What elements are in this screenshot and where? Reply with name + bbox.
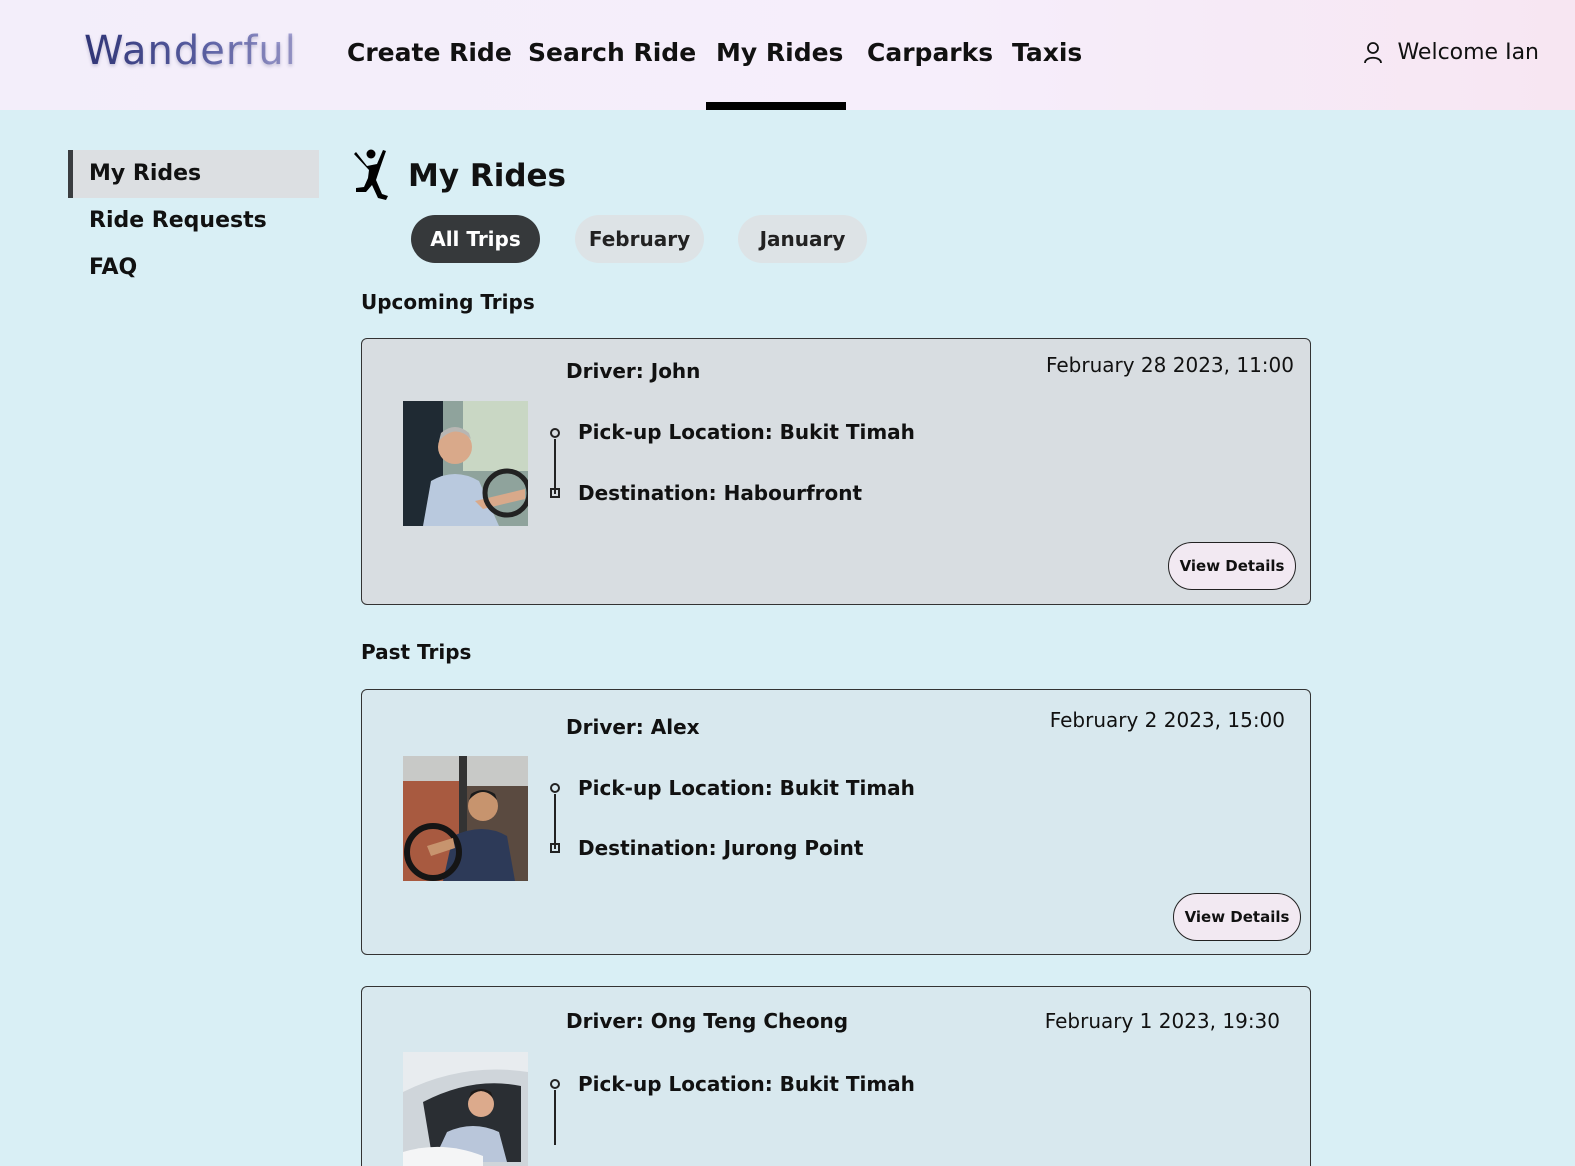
upcoming-trips-heading: Upcoming Trips xyxy=(361,290,535,314)
nav-taxis[interactable]: Taxis xyxy=(1012,38,1082,67)
pickup-location: Pick-up Location: Bukit Timah xyxy=(578,776,915,800)
nav-carparks[interactable]: Carparks xyxy=(867,38,993,67)
sidebar-item-my-rides[interactable]: My Rides xyxy=(68,150,319,198)
sidebar-item-ride-requests[interactable]: Ride Requests xyxy=(68,197,319,245)
welcome-text: Welcome Ian xyxy=(1397,40,1539,65)
jumping-person-icon xyxy=(352,148,392,204)
past-trips-heading: Past Trips xyxy=(361,640,472,664)
sidebar-item-faq[interactable]: FAQ xyxy=(68,244,319,292)
filter-february[interactable]: February xyxy=(575,215,704,263)
driver-photo xyxy=(403,401,528,526)
driver-name: Driver: John xyxy=(566,359,701,383)
pickup-location: Pick-up Location: Bukit Timah xyxy=(578,1072,915,1096)
route-line xyxy=(554,1090,556,1145)
destination-marker xyxy=(550,488,560,498)
top-header: Wanderful Create Ride Search Ride My Rid… xyxy=(0,0,1575,110)
filter-january[interactable]: January xyxy=(738,215,867,263)
driver-name: Driver: Alex xyxy=(566,715,700,739)
destination-location: Destination: Jurong Point xyxy=(578,836,864,860)
nav-create-ride[interactable]: Create Ride xyxy=(347,38,512,67)
pickup-marker xyxy=(550,428,560,438)
nav-my-rides[interactable]: My Rides xyxy=(716,38,843,67)
pickup-marker xyxy=(550,1079,560,1089)
destination-marker xyxy=(550,843,560,853)
nav-search-ride[interactable]: Search Ride xyxy=(528,38,696,67)
driver-name: Driver: Ong Teng Cheong xyxy=(566,1009,849,1033)
active-nav-indicator xyxy=(706,102,846,110)
trip-card-past: Driver: Alex February 2 2023, 15:00 Pick… xyxy=(361,689,1311,955)
driver-photo xyxy=(403,756,528,881)
trip-card-upcoming: Driver: John February 28 2023, 11:00 Pic… xyxy=(361,338,1311,605)
trip-datetime: February 2 2023, 15:00 xyxy=(1049,708,1285,732)
trip-datetime: February 1 2023, 19:30 xyxy=(1044,1009,1280,1033)
driver-photo xyxy=(403,1052,528,1166)
filter-all-trips[interactable]: All Trips xyxy=(411,215,540,263)
view-details-button[interactable]: View Details xyxy=(1168,542,1296,590)
route-line xyxy=(554,439,556,494)
route-line xyxy=(554,794,556,849)
view-details-button[interactable]: View Details xyxy=(1173,893,1301,941)
user-menu[interactable]: Welcome Ian xyxy=(1363,40,1539,65)
trip-datetime: February 28 2023, 11:00 xyxy=(1045,353,1294,377)
user-icon xyxy=(1363,41,1383,65)
pickup-marker xyxy=(550,783,560,793)
logo[interactable]: Wanderful xyxy=(84,28,297,74)
page-heading: My Rides xyxy=(352,148,566,204)
pickup-location: Pick-up Location: Bukit Timah xyxy=(578,420,915,444)
page-title: My Rides xyxy=(408,158,567,194)
destination-location: Destination: Habourfront xyxy=(578,481,863,505)
trip-card-past: Driver: Ong Teng Cheong February 1 2023,… xyxy=(361,986,1311,1166)
